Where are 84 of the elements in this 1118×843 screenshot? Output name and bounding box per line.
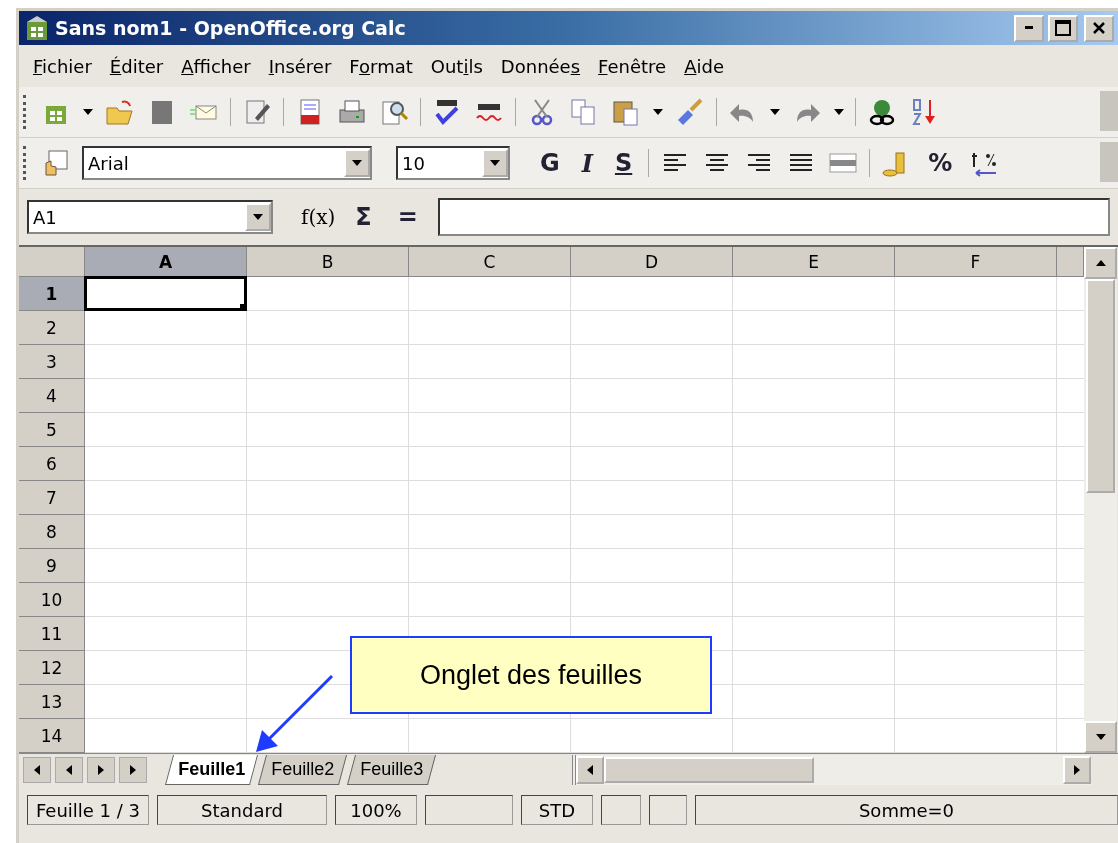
down-arrow-icon (489, 158, 501, 168)
row-header[interactable]: 6 (19, 447, 85, 481)
callout-label: Onglet des feuilles (350, 636, 712, 714)
formula-button[interactable]: = (391, 203, 424, 231)
down-arrow-icon (351, 158, 363, 168)
row-header[interactable]: 2 (19, 311, 85, 345)
sheet-nav-button[interactable] (87, 757, 115, 783)
function-wizard-button[interactable]: f(x) (301, 205, 336, 229)
sheet-tab[interactable]: Feuille2 (258, 755, 348, 785)
row-header[interactable]: 8 (19, 515, 85, 549)
scroll-thumb[interactable] (1086, 279, 1115, 493)
percent-button[interactable]: % (922, 149, 959, 177)
down-arrow-icon (769, 107, 781, 117)
scroll-right-button[interactable] (1063, 756, 1091, 784)
row-header[interactable]: 7 (19, 481, 85, 515)
menu-item[interactable]: Éditer (101, 55, 172, 77)
maximize-icon (1055, 20, 1071, 36)
column-header[interactable]: F (895, 247, 1057, 277)
formula-input-field[interactable] (437, 198, 1110, 236)
status-field: Somme=0 (695, 795, 1118, 825)
close-button[interactable] (1084, 14, 1114, 42)
window-title: Sans nom1 - OpenOffice.org Calc (55, 17, 407, 39)
vertical-scrollbar[interactable] (1084, 247, 1117, 753)
active-cell[interactable] (84, 276, 247, 311)
dropdown-button[interactable] (482, 149, 508, 177)
row-header[interactable]: 9 (19, 549, 85, 583)
scroll-left-button[interactable] (576, 756, 604, 784)
dropdown-button[interactable] (344, 149, 370, 177)
status-field: STD (521, 795, 593, 825)
menu-item[interactable]: Fenêtre (590, 55, 675, 77)
column-header[interactable]: B (247, 247, 409, 277)
column-header[interactable]: D (571, 247, 733, 277)
fill-handle[interactable] (240, 304, 247, 311)
menu-item[interactable]: Afficher (173, 55, 259, 77)
menu-item[interactable]: Outils (422, 55, 491, 77)
row-header[interactable]: 1 (19, 277, 85, 311)
row-header[interactable]: 11 (19, 617, 85, 651)
scroll-down-button[interactable] (1084, 721, 1117, 753)
row-header[interactable]: 5 (19, 413, 85, 447)
underline-button[interactable]: S (608, 149, 639, 177)
row-header[interactable]: 4 (19, 379, 85, 413)
status-field (601, 795, 641, 825)
row-header[interactable]: 14 (19, 719, 85, 753)
minimize-icon (1024, 26, 1034, 30)
italic-button[interactable]: I (575, 148, 599, 178)
down-arrow-icon (1094, 732, 1107, 742)
row-header[interactable]: 12 (19, 651, 85, 685)
status-field: 100% (335, 795, 417, 825)
sheet-nav-button[interactable] (55, 757, 83, 783)
column-header[interactable]: A (85, 247, 247, 277)
status-field: Standard (157, 795, 327, 825)
down-arrow-icon (652, 107, 664, 117)
row-header[interactable]: 3 (19, 345, 85, 379)
down-arrow-icon (252, 212, 264, 222)
font-size-field[interactable]: 10 (396, 146, 510, 180)
horizontal-scrollbar[interactable] (572, 755, 1091, 785)
name-box[interactable]: A1 (27, 200, 273, 234)
font-name-field[interactable]: Arial (82, 146, 372, 180)
bold-button[interactable]: G (534, 149, 566, 177)
column-header[interactable]: E (733, 247, 895, 277)
menu-item[interactable]: Format (341, 55, 421, 77)
menu-item[interactable]: Données (492, 55, 589, 77)
up-arrow-icon (1094, 258, 1107, 268)
status-field (649, 795, 687, 825)
scroll-thumb[interactable] (604, 757, 814, 783)
sheet-tab[interactable]: Feuille3 (347, 755, 437, 785)
sheet-nav-button[interactable] (23, 757, 51, 783)
sum-button[interactable]: Σ (349, 203, 378, 231)
row-header[interactable]: 10 (19, 583, 85, 617)
status-field: Feuille 1 / 3 (27, 795, 149, 825)
dropdown-button[interactable] (245, 203, 271, 231)
minimize-button[interactable] (1014, 14, 1044, 42)
menu-item[interactable]: Aide (676, 55, 732, 77)
row-header[interactable]: 13 (19, 685, 85, 719)
down-arrow-icon (833, 107, 845, 117)
menu-item[interactable]: Insérer (260, 55, 340, 77)
down-arrow-icon (82, 107, 94, 117)
sheet-tab[interactable]: Feuille1 (165, 755, 259, 785)
sheet-nav-button[interactable] (119, 757, 147, 783)
column-header[interactable]: C (409, 247, 571, 277)
maximize-button[interactable] (1048, 14, 1078, 42)
close-icon (1092, 21, 1106, 35)
scroll-up-button[interactable] (1084, 247, 1117, 279)
menu-item[interactable]: Fichier (25, 55, 100, 77)
